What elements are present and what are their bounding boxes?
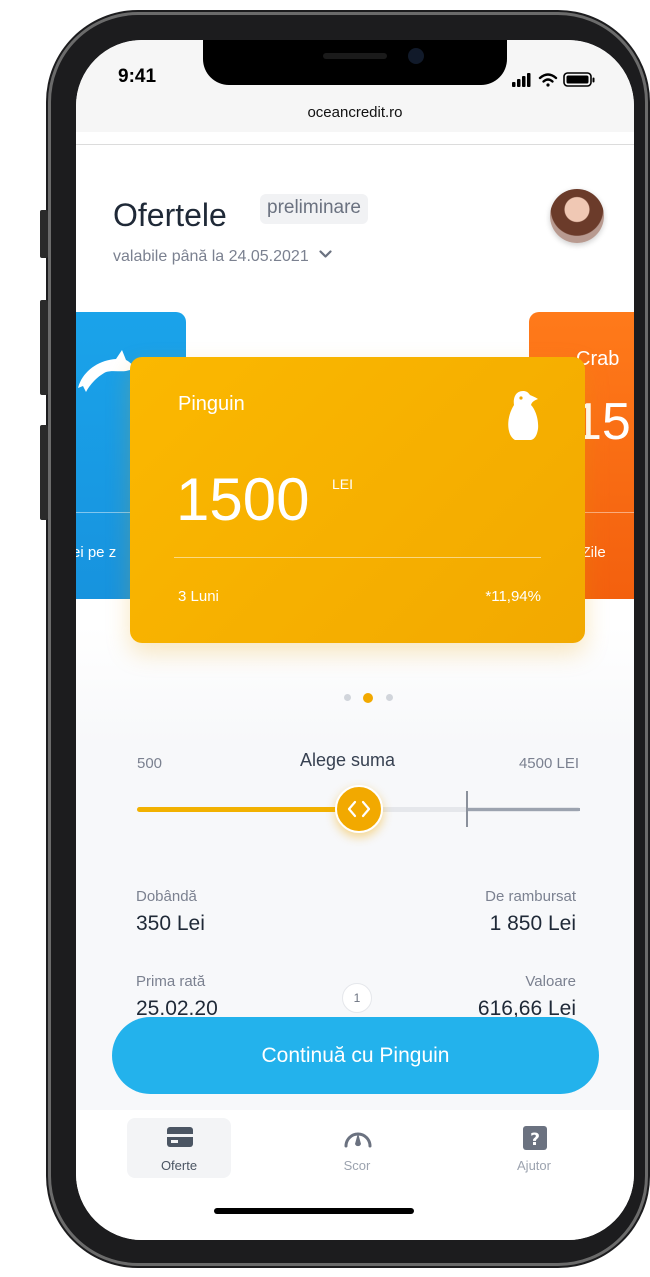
carousel-dot[interactable]: [344, 694, 351, 702]
tab-ajutor[interactable]: ? Ajutor: [482, 1118, 586, 1178]
card-rate: *11,94%: [485, 588, 541, 605]
card-amount: 1500: [176, 466, 310, 533]
penguin-icon: [508, 391, 539, 440]
tab-label: Oferte: [160, 1158, 198, 1173]
notch: [203, 40, 507, 85]
svg-text:?: ?: [530, 1130, 540, 1150]
front-camera: [408, 48, 424, 64]
repay-value: 1 850 Lei: [489, 912, 576, 935]
dolphin-icon: [78, 350, 134, 392]
chevron-down-icon: [319, 250, 332, 258]
url-bar[interactable]: oceancredit.ro: [76, 104, 634, 121]
carousel-dot[interactable]: [385, 694, 393, 702]
interest-label: Dobândă: [136, 888, 197, 905]
status-icons: [512, 72, 595, 87]
carousel-dots: [340, 689, 397, 707]
continue-button[interactable]: Continuă cu Pinguin: [112, 1017, 599, 1094]
tab-label: Scor: [343, 1158, 371, 1173]
gauge-icon: [344, 1132, 372, 1148]
volume-down-button: [40, 425, 48, 520]
card-divider: [174, 557, 541, 558]
card-icon: [167, 1127, 193, 1147]
carousel-dot-active[interactable]: [363, 692, 374, 703]
tab-scor[interactable]: Scor: [305, 1118, 409, 1178]
card-term: 3 Luni: [178, 588, 219, 605]
avatar[interactable]: [550, 189, 604, 243]
validity-text: valabile până la 24.05.2021: [113, 248, 309, 265]
slider-max-label: 4500 LEI: [518, 755, 579, 772]
first-rate-label: Prima rată: [136, 973, 206, 990]
preliminary-tag: preliminare: [260, 194, 368, 224]
tab-bar: Oferte Scor ? Ajutor: [76, 1110, 634, 1240]
home-indicator[interactable]: [214, 1208, 414, 1214]
dolphin-term: ei pe z: [76, 544, 117, 561]
validity-selector[interactable]: valabile până la 24.05.2021: [113, 248, 332, 266]
status-bar: 9:41 oceancredit.ro: [76, 40, 634, 132]
wifi-icon: [538, 73, 558, 87]
slider-limit-segment: [467, 808, 580, 811]
slider-fill: [137, 807, 358, 812]
slider-handle[interactable]: [335, 785, 383, 833]
card-name: Pinguin: [178, 393, 245, 415]
status-time: 9:41: [118, 66, 157, 87]
phone-screen: 9:41 oceancredit.ro Ofertele preliminare…: [76, 40, 634, 1240]
installment-page-indicator[interactable]: 1: [342, 983, 372, 1013]
slider-min-label: 500: [137, 755, 163, 772]
tab-oferte[interactable]: Oferte: [127, 1118, 231, 1178]
tab-label: Ajutor: [517, 1158, 551, 1173]
slider-limit-marker: [466, 791, 468, 827]
notch-speaker: [323, 53, 387, 59]
battery-icon: [563, 72, 595, 87]
interest-value: 350 Lei: [136, 912, 205, 935]
offer-card-pinguin[interactable]: Pinguin 1500 LEI 3 Luni *11,94%: [130, 357, 585, 643]
repay-label: De rambursat: [485, 888, 576, 905]
help-icon: ?: [523, 1126, 547, 1150]
slider-title: Alege suma: [300, 750, 396, 770]
card-currency: LEI: [332, 476, 354, 492]
silent-switch: [40, 210, 48, 258]
signal-icon: [512, 73, 531, 87]
page-title: Ofertele: [113, 197, 227, 233]
volume-up-button: [40, 300, 48, 395]
installment-label: Valoare: [525, 973, 576, 990]
code-arrows-icon: [347, 800, 371, 818]
